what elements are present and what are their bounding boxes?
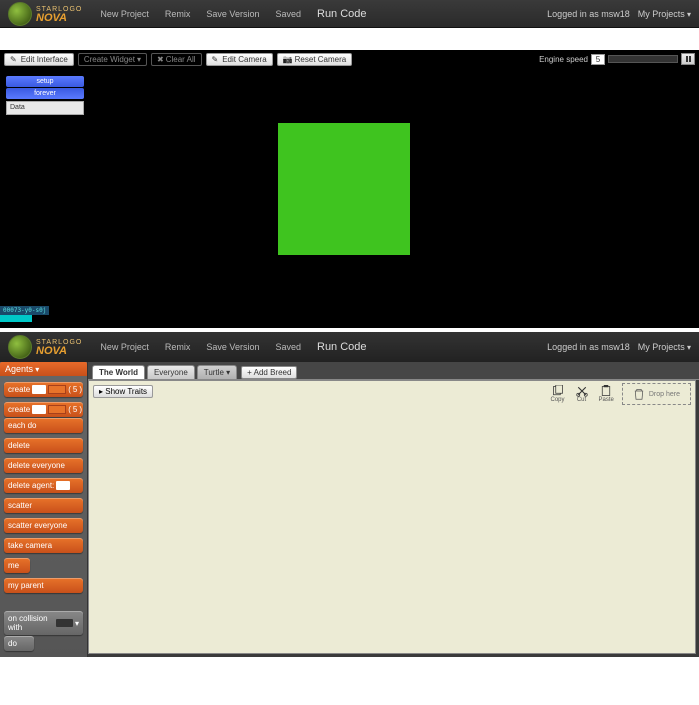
engine-speed-value[interactable]: 5 bbox=[591, 54, 605, 65]
canvas-toolbar: Copy Cut Paste Drop here bbox=[549, 383, 692, 405]
logo[interactable]: STARLOGO NOVA bbox=[8, 2, 82, 26]
workspace: The World Everyone Turtle + Add Breed ▸ … bbox=[88, 362, 699, 657]
nav2-remix[interactable]: Remix bbox=[157, 342, 199, 352]
edit-camera-button[interactable]: Edit Camera bbox=[206, 53, 273, 66]
pause-button[interactable] bbox=[681, 53, 695, 65]
trash-icon bbox=[633, 387, 645, 401]
nav2-my-projects[interactable]: My Projects bbox=[638, 342, 691, 352]
nav-saved: Saved bbox=[267, 9, 309, 19]
block-scatter[interactable]: scatter bbox=[4, 498, 83, 513]
block-my-parent[interactable]: my parent bbox=[4, 578, 83, 593]
block-me[interactable]: me bbox=[4, 558, 30, 573]
nav2-run-code[interactable]: Run Code bbox=[309, 341, 375, 353]
brand-line2: NOVA bbox=[36, 14, 82, 22]
widget-panel: setup forever Data bbox=[6, 76, 84, 115]
edit-interface-button[interactable]: Edit Interface bbox=[4, 53, 74, 66]
nav2-save-version[interactable]: Save Version bbox=[198, 342, 267, 352]
block-delete-everyone[interactable]: delete everyone bbox=[4, 458, 83, 473]
nav-my-projects[interactable]: My Projects bbox=[638, 9, 691, 19]
tab-everyone[interactable]: Everyone bbox=[147, 365, 195, 379]
breed-tabbar: The World Everyone Turtle + Add Breed bbox=[88, 362, 699, 380]
status-block: 00073-y0-s0j bbox=[0, 306, 49, 322]
block-scatter-everyone[interactable]: scatter everyone bbox=[4, 518, 83, 533]
world-terrain[interactable] bbox=[278, 123, 410, 255]
scissors-icon bbox=[575, 385, 589, 397]
drawer-category[interactable]: Agents bbox=[0, 362, 87, 376]
nav-save-version[interactable]: Save Version bbox=[198, 9, 267, 19]
copy-button[interactable]: Copy bbox=[549, 383, 567, 405]
logo-2[interactable]: STARLOGO NOVA bbox=[8, 335, 82, 359]
status-id: 00073-y0-s0j bbox=[0, 306, 49, 315]
block-on-collision[interactable]: on collision with▾ bbox=[4, 611, 83, 635]
cut-button[interactable]: Cut bbox=[573, 383, 591, 405]
runtime-toolbar: Edit Interface Create Widget ✖ Clear All… bbox=[0, 50, 699, 68]
show-traits-button[interactable]: ▸ Show Traits bbox=[93, 385, 153, 398]
editor-navbar: STARLOGO NOVA New Project Remix Save Ver… bbox=[0, 332, 699, 362]
block-create-do[interactable]: create(5) bbox=[4, 402, 83, 417]
paste-button[interactable]: Paste bbox=[597, 383, 616, 405]
blocks-drawer: Agents create(5) create(5) each do delet… bbox=[0, 362, 88, 657]
nav-new-project[interactable]: New Project bbox=[92, 9, 157, 19]
nav2-saved: Saved bbox=[267, 342, 309, 352]
block-do[interactable]: do bbox=[4, 636, 34, 651]
trash-dropzone[interactable]: Drop here bbox=[622, 383, 691, 405]
clear-all-button[interactable]: ✖ Clear All bbox=[151, 53, 202, 66]
logo-text-2: STARLOGO NOVA bbox=[36, 339, 82, 355]
widget-setup-button[interactable]: setup bbox=[6, 76, 84, 87]
block-take-camera[interactable]: take camera bbox=[4, 538, 83, 553]
engine-speed-control: Engine speed 5 bbox=[539, 53, 695, 65]
editor-row: Agents create(5) create(5) each do delet… bbox=[0, 362, 699, 657]
widget-data-label: Data bbox=[6, 101, 84, 115]
toolbar-gap bbox=[0, 28, 699, 50]
runtime-panel: STARLOGO NOVA New Project Remix Save Ver… bbox=[0, 0, 699, 328]
create-widget-button[interactable]: Create Widget bbox=[78, 53, 147, 66]
logged-in-label-2: Logged in as msw18 bbox=[547, 342, 630, 352]
tab-the-world[interactable]: The World bbox=[92, 365, 145, 379]
block-delete[interactable]: delete bbox=[4, 438, 83, 453]
block-create[interactable]: create(5) bbox=[4, 382, 83, 397]
nav-remix[interactable]: Remix bbox=[157, 9, 199, 19]
add-breed-button[interactable]: + Add Breed bbox=[241, 366, 297, 379]
block-each-do[interactable]: each do bbox=[4, 418, 83, 433]
brand-line2-2: NOVA bbox=[36, 347, 82, 355]
engine-speed-slider[interactable] bbox=[608, 55, 678, 63]
widget-forever-button[interactable]: forever bbox=[6, 88, 84, 99]
engine-speed-label: Engine speed bbox=[539, 55, 588, 64]
block-canvas[interactable]: ▸ Show Traits Copy Cut Paste bbox=[88, 380, 696, 654]
logo-icon-2 bbox=[8, 335, 32, 359]
clipboard-icon bbox=[599, 385, 613, 397]
editor-panel: STARLOGO NOVA New Project Remix Save Ver… bbox=[0, 332, 699, 657]
logo-text: STARLOGO NOVA bbox=[36, 6, 82, 22]
tab-turtle[interactable]: Turtle bbox=[197, 365, 237, 379]
block-delete-agent[interactable]: delete agent: bbox=[4, 478, 83, 493]
logo-icon bbox=[8, 2, 32, 26]
copy-icon bbox=[551, 385, 565, 397]
nav-run-code[interactable]: Run Code bbox=[309, 8, 375, 20]
stage[interactable]: setup forever Data 00073-y0-s0j bbox=[0, 68, 699, 328]
logged-in-label: Logged in as msw18 bbox=[547, 9, 630, 19]
top-navbar: STARLOGO NOVA New Project Remix Save Ver… bbox=[0, 0, 699, 28]
nav2-new-project[interactable]: New Project bbox=[92, 342, 157, 352]
reset-camera-button[interactable]: Reset Camera bbox=[277, 53, 353, 66]
status-bar bbox=[0, 315, 32, 322]
